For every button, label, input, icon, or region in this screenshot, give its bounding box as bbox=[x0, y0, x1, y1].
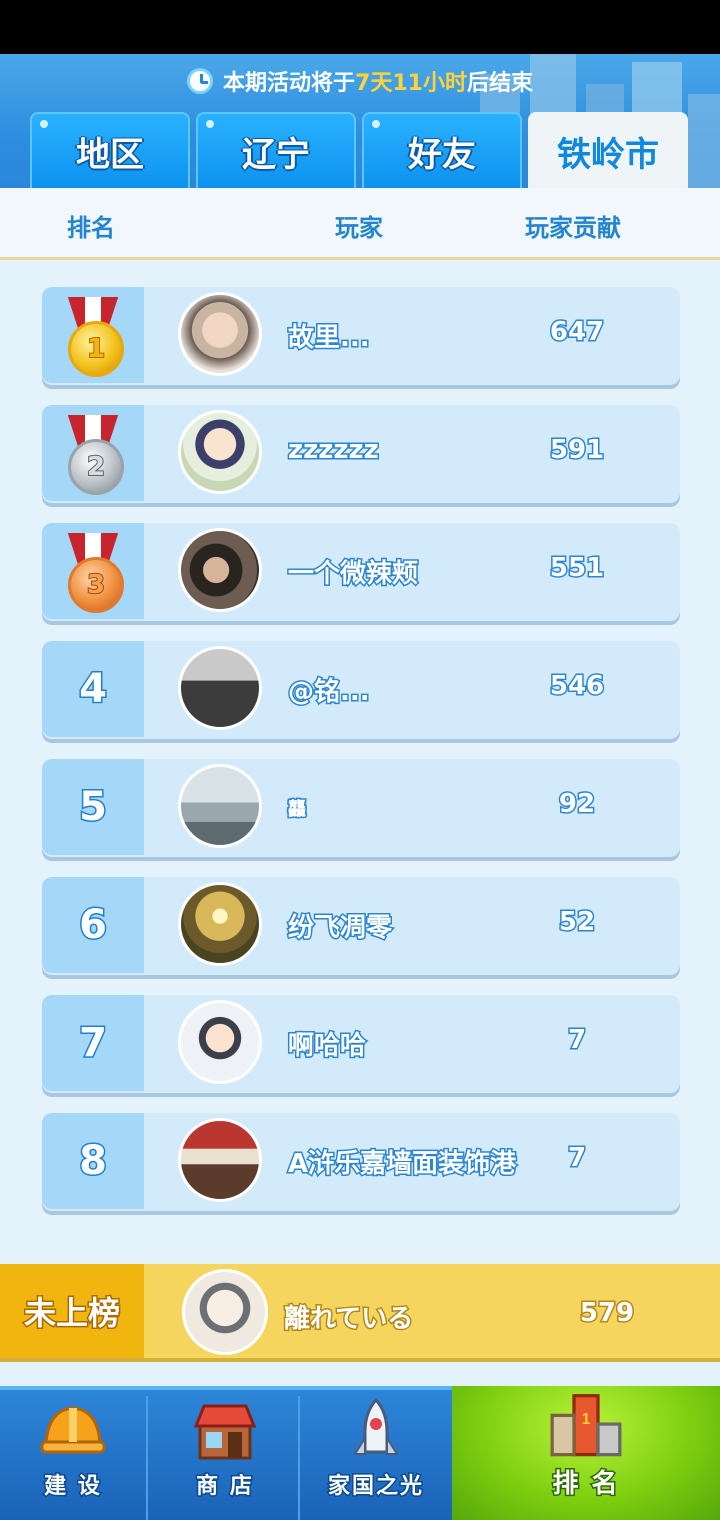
tab-friends[interactable]: 好友 bbox=[362, 112, 522, 188]
countdown-text: 本期活动将于7天11小时后结束 bbox=[223, 71, 533, 96]
player-score: 647 bbox=[548, 316, 605, 349]
leaderboard-row[interactable]: 2 zzzzzz 591 bbox=[42, 405, 680, 503]
leaderboard-row[interactable]: 7 啊哈哈 7 bbox=[42, 995, 680, 1093]
svg-text:1: 1 bbox=[582, 1411, 591, 1428]
rank-number: 7 bbox=[78, 1019, 109, 1068]
avatar[interactable] bbox=[178, 764, 262, 848]
player-name: 一个微辣颊 bbox=[286, 558, 419, 591]
tab-region[interactable]: 地区 bbox=[30, 112, 190, 188]
player-name: 故里... bbox=[287, 322, 372, 355]
player-score: 52 bbox=[557, 906, 596, 939]
avatar[interactable] bbox=[178, 1000, 262, 1084]
nav-ranking-label: 排 名 bbox=[551, 1468, 620, 1501]
avatar[interactable] bbox=[178, 882, 262, 966]
rank-cell: 4 bbox=[42, 641, 144, 737]
rank-cell: 3 bbox=[42, 523, 144, 619]
podium-icon: 1 bbox=[550, 1394, 622, 1457]
player-name: 啊哈哈 bbox=[286, 1030, 367, 1063]
bottom-navigation: 建 设 商 店 家国之光 1 排 名 bbox=[0, 1386, 720, 1520]
rank-number: 8 bbox=[78, 1137, 109, 1186]
leaderboard-row[interactable]: 8 A浒乐嘉墙面装饰港 7 bbox=[42, 1113, 680, 1211]
bronze-medal-icon: 3 bbox=[65, 533, 124, 613]
player-score: 7 bbox=[566, 1024, 587, 1057]
gold-medal-icon: 1 bbox=[65, 297, 124, 377]
player-name: 龘 bbox=[287, 798, 308, 822]
rank-cell: 5 bbox=[42, 759, 144, 855]
player-score: 7 bbox=[566, 1142, 587, 1175]
avatar[interactable] bbox=[178, 410, 262, 494]
nav-build-label: 建 设 bbox=[43, 1473, 102, 1501]
shop-icon bbox=[193, 1404, 257, 1460]
rank-cell: 6 bbox=[42, 877, 144, 973]
leaderboard-row[interactable]: 1 故里... 647 bbox=[42, 287, 680, 385]
player-score: 546 bbox=[548, 670, 605, 703]
silver-medal-icon: 2 bbox=[65, 415, 124, 495]
player-score: 591 bbox=[548, 434, 605, 467]
nav-ranking[interactable]: 1 排 名 bbox=[452, 1386, 720, 1520]
rank-cell: 8 bbox=[42, 1113, 144, 1209]
rank-cell: 2 bbox=[42, 405, 144, 501]
tab-tieling-city[interactable]: 铁岭市 bbox=[528, 112, 688, 188]
my-avatar[interactable] bbox=[182, 1269, 268, 1355]
leaderboard-row[interactable]: 6 纷飞凋零 52 bbox=[42, 877, 680, 975]
column-header: 排名 玩家 玩家贡献 bbox=[0, 188, 720, 260]
rank-number: 5 bbox=[78, 783, 109, 832]
status-bar bbox=[0, 0, 720, 54]
player-name: 纷飞凋零 bbox=[286, 912, 393, 945]
avatar[interactable] bbox=[178, 1118, 262, 1202]
avatar[interactable] bbox=[178, 292, 262, 376]
leaderboard-list: 1 故里... 647 2 zzzzzz 591 3 一个微辣颊 551 4 @… bbox=[42, 287, 680, 1231]
hard-hat-icon bbox=[40, 1406, 106, 1454]
player-score: 92 bbox=[557, 788, 596, 821]
leaderboard-row[interactable]: 5 龘 92 bbox=[42, 759, 680, 857]
my-rank-bar[interactable]: 未上榜 離れている 579 bbox=[0, 1264, 720, 1362]
column-rank: 排名 bbox=[67, 214, 115, 242]
nav-national-glory-label: 家国之光 bbox=[326, 1473, 424, 1501]
my-player-name: 離れている bbox=[282, 1303, 414, 1336]
header: 本期活动将于7天11小时后结束 地区 辽宁 好友 铁岭市 bbox=[0, 54, 720, 188]
event-countdown-notice: 本期活动将于7天11小时后结束 bbox=[0, 64, 720, 98]
region-tabs: 地区 辽宁 好友 铁岭市 bbox=[30, 112, 692, 188]
tab-liaoning[interactable]: 辽宁 bbox=[196, 112, 356, 188]
nav-shop[interactable]: 商 店 bbox=[152, 1396, 300, 1520]
player-score: 551 bbox=[548, 552, 605, 585]
rank-number: 6 bbox=[78, 901, 109, 950]
player-name: zzzzzz bbox=[287, 434, 381, 467]
column-player: 玩家 bbox=[335, 214, 383, 242]
avatar[interactable] bbox=[178, 646, 262, 730]
nav-build[interactable]: 建 设 bbox=[0, 1396, 148, 1520]
clock-icon bbox=[187, 68, 214, 94]
rank-cell: 7 bbox=[42, 995, 144, 1091]
rank-number: 4 bbox=[78, 665, 109, 714]
column-contribution: 玩家贡献 bbox=[525, 214, 621, 242]
rocket-icon bbox=[353, 1398, 399, 1455]
my-rank-label: 未上榜 bbox=[0, 1264, 144, 1358]
avatar[interactable] bbox=[178, 528, 262, 612]
rank-cell: 1 bbox=[42, 287, 144, 383]
nav-shop-label: 商 店 bbox=[195, 1473, 254, 1501]
leaderboard-row[interactable]: 3 一个微辣颊 551 bbox=[42, 523, 680, 621]
nav-national-glory[interactable]: 家国之光 bbox=[302, 1396, 450, 1520]
player-name: A浒乐嘉墙面装饰港 bbox=[286, 1148, 517, 1181]
leaderboard-row[interactable]: 4 @铭... 546 bbox=[42, 641, 680, 739]
player-name: @铭... bbox=[287, 676, 372, 709]
my-player-score: 579 bbox=[578, 1297, 635, 1330]
